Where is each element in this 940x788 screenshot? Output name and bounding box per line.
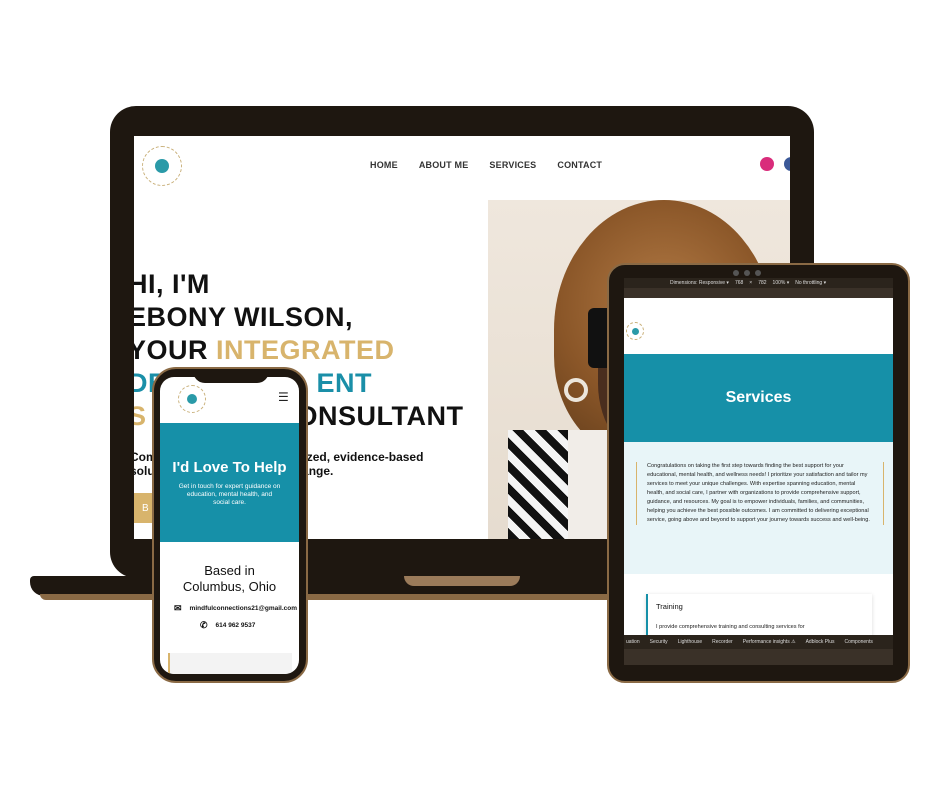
email-text[interactable]: mindfulconnections21@gmail.com (190, 605, 297, 612)
services-intro-section: Congratulations on taking the first step… (624, 442, 893, 574)
main-nav: HOME ABOUT ME SERVICES CONTACT (370, 160, 602, 170)
devtools-times: × (749, 280, 753, 286)
laptop-trackpad-notch (404, 576, 520, 586)
devtools-tab-recorder[interactable]: Recorder (712, 639, 733, 645)
nav-home[interactable]: HOME (370, 160, 398, 170)
devtools-height[interactable]: 782 (758, 280, 766, 286)
hero-line-1: HI, I'M (134, 269, 210, 299)
hero-line-2: EBONY WILSON, (134, 302, 354, 332)
location-heading-line-2: Columbus, Ohio (182, 579, 277, 594)
hero-line-3: YOUR INTEGRATED (134, 334, 464, 367)
email-row[interactable]: ✉ mindfulconnections21@gmail.com (174, 603, 297, 614)
nav-about-me[interactable]: ABOUT ME (419, 160, 469, 170)
hero-line-5b: ONSULTANT (296, 401, 464, 431)
phone-row[interactable]: ✆ 614 962 9537 (200, 620, 255, 631)
logo[interactable] (178, 385, 206, 413)
phone-icon: ✆ (200, 620, 208, 630)
devtools-zoom[interactable]: 100% ▾ (773, 280, 790, 286)
mail-icon: ✉ (174, 603, 182, 613)
training-card-text: I provide comprehensive training and con… (656, 624, 805, 630)
devtools-tab-evaluation[interactable]: uation (626, 639, 640, 645)
devtools-tab-lighthouse[interactable]: Lighthouse (678, 639, 702, 645)
devtools-tab-adblock-plus[interactable]: Adblock Plus (806, 639, 835, 645)
hero-line-5a: S (134, 401, 147, 431)
tablet-camera-dot (733, 270, 739, 276)
devtools-toolbar: Dimensions: Responsive ▾ 768 × 782 100% … (624, 278, 893, 288)
phone-screen: ☰ I'd Love To Help Get in touch for expe… (160, 377, 299, 674)
hero-line-3a: YOUR (134, 335, 217, 365)
instagram-icon[interactable] (760, 157, 774, 171)
devtools-throttling[interactable]: No throttling ▾ (795, 280, 826, 286)
services-banner: Services (624, 354, 893, 442)
nav-services[interactable]: SERVICES (489, 160, 536, 170)
devtools-ruler (624, 288, 893, 298)
nav-contact[interactable]: CONTACT (557, 160, 602, 170)
logo[interactable] (142, 146, 182, 186)
logo-emblem (187, 394, 197, 404)
tablet-sensor-dot (755, 270, 761, 276)
contact-hero: I'd Love To Help Get in touch for expert… (160, 423, 299, 542)
facebook-icon[interactable] (784, 157, 790, 171)
tablet-camera-lens (744, 270, 750, 276)
photo-earring (564, 378, 588, 402)
phone-number-text[interactable]: 614 962 9537 (216, 622, 256, 629)
hero-line-3b: INTEGRATED (216, 335, 395, 365)
logo-emblem (631, 327, 639, 335)
devtools-panel (624, 649, 893, 665)
hamburger-menu-icon[interactable]: ☰ (278, 391, 289, 403)
devtools-tabs: uation Security Lighthouse Recorder Perf… (624, 635, 893, 649)
devtools-width[interactable]: 768 (735, 280, 743, 286)
devtools-tab-components[interactable]: Components (844, 639, 872, 645)
contact-card (168, 653, 292, 674)
location-heading: Based in Columbus, Ohio (160, 563, 299, 595)
training-card-title: Training (656, 602, 683, 611)
logo-emblem (155, 159, 169, 173)
tablet-screen: Dimensions: Responsive ▾ 768 × 782 100% … (624, 278, 893, 665)
contact-hero-text: Get in touch for expert guidance on educ… (178, 483, 281, 506)
location-heading-line-1: Based in (204, 563, 255, 578)
hero-line-4b: ENT (316, 368, 373, 398)
phone-notch (193, 369, 269, 383)
services-intro-text: Congratulations on taking the first step… (636, 462, 884, 525)
contact-hero-title: I'd Love To Help (172, 459, 287, 476)
devtools-dimensions[interactable]: Dimensions: Responsive ▾ (670, 280, 729, 286)
devtools-tab-performance-insights[interactable]: Performance insights ⚠ (743, 639, 796, 645)
logo[interactable] (626, 322, 644, 340)
devtools-tab-security[interactable]: Security (650, 639, 668, 645)
